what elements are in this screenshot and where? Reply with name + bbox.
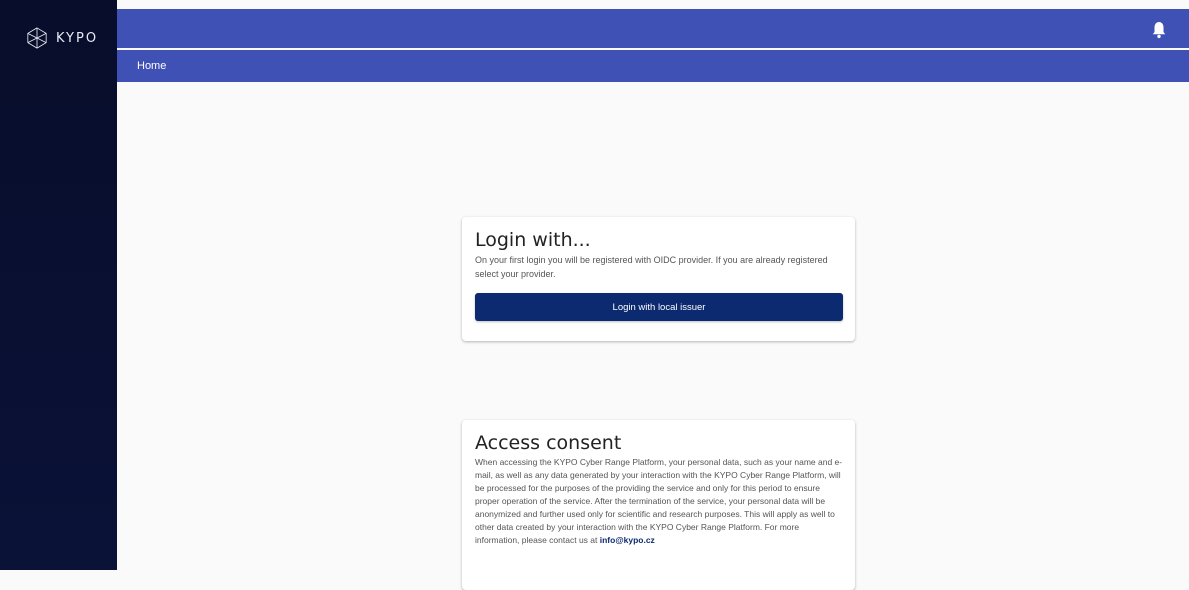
access-consent-card: Access consent When accessing the KYPO C… xyxy=(462,420,855,590)
top-toolbar xyxy=(117,9,1189,48)
login-card-description: On your first login you will be register… xyxy=(475,255,828,279)
sidebar: KYPO xyxy=(0,0,117,570)
bell-icon[interactable] xyxy=(1151,21,1167,39)
breadcrumb-home[interactable]: Home xyxy=(137,60,166,72)
consent-card-body: When accessing the KYPO Cyber Range Plat… xyxy=(475,456,843,547)
breadcrumb-bar: Home xyxy=(117,50,1189,82)
brand-name: KYPO xyxy=(56,30,99,46)
login-card-title: Login with... xyxy=(475,229,591,251)
login-card: Login with... On your first login you wi… xyxy=(462,217,855,341)
contact-email-link[interactable]: info@kypo.cz xyxy=(600,535,655,545)
kypo-logo-icon xyxy=(26,27,48,49)
login-local-issuer-button[interactable]: Login with local issuer xyxy=(475,293,843,321)
consent-card-title: Access consent xyxy=(475,432,622,454)
consent-body-text: When accessing the KYPO Cyber Range Plat… xyxy=(475,457,843,545)
brand-logo[interactable]: KYPO xyxy=(26,27,98,49)
